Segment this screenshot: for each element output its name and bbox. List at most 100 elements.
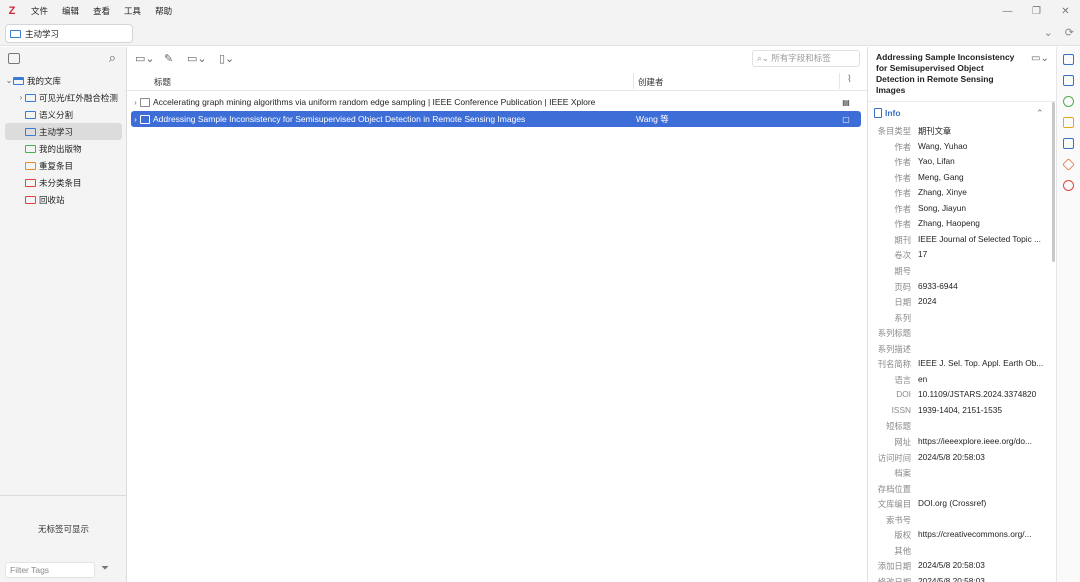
library-icon — [13, 76, 24, 85]
field-label: 档案 — [894, 468, 911, 479]
publications-icon — [25, 144, 36, 153]
notes-nav-icon[interactable] — [1063, 117, 1074, 128]
sidebar-item-duplicates[interactable]: 重复条目 — [0, 157, 127, 174]
field-value[interactable]: en — [918, 374, 1048, 384]
new-note-icon[interactable]: ▯⌄ — [219, 52, 234, 65]
sidebar-item-segmentation[interactable]: 语义分割 — [0, 106, 127, 123]
field-label: 添加日期 — [877, 561, 911, 572]
field-value[interactable]: Zhang, Haopeng — [918, 218, 1048, 228]
field-value[interactable]: 17 — [918, 249, 1048, 259]
minimize-icon[interactable]: — — [993, 0, 1022, 22]
sidebar-item-trash[interactable]: 回收站 — [0, 191, 127, 208]
field-value[interactable]: Meng, Gang — [918, 172, 1048, 182]
restore-icon[interactable]: ❐ — [1022, 0, 1051, 22]
related-nav-icon[interactable] — [1063, 180, 1074, 191]
table-row[interactable]: › Accelerating graph mining algorithms v… — [131, 94, 861, 110]
field-value[interactable]: Yao, Lifan — [918, 156, 1048, 166]
sidebar-item-label: 重复条目 — [39, 160, 74, 171]
info-field-row: 卷次 17 — [868, 249, 1056, 264]
field-label: 系列标题 — [877, 328, 911, 339]
locate-menu-icon[interactable]: ▭⌄ — [1031, 53, 1049, 64]
field-value[interactable]: Wang, Yuhao — [918, 141, 1048, 151]
new-collection-icon[interactable] — [8, 53, 20, 64]
duplicates-icon — [25, 161, 36, 170]
field-value[interactable]: 2024 — [918, 296, 1048, 306]
info-field-row: 系列标题 — [868, 327, 1056, 342]
chevron-down-icon[interactable]: ⌄ — [1044, 26, 1053, 39]
field-value[interactable]: Zhang, Xinye — [918, 187, 1048, 197]
table-row[interactable]: › Addressing Sample Inconsistency for Se… — [131, 111, 861, 127]
sidebar-item-unfiled[interactable]: 未分类条目 — [0, 174, 127, 191]
field-label: 期刊 — [894, 234, 911, 245]
magic-wand-icon[interactable]: ✎ — [164, 52, 173, 65]
sidebar-item-my-library[interactable]: ⌄ 我的文库 — [0, 72, 127, 89]
field-label: 作者 — [894, 188, 911, 199]
field-value[interactable]: 1939-1404, 2151-1535 — [918, 405, 1048, 415]
info-field-row: 期刊 IEEE Journal of Selected Topic ... — [868, 234, 1056, 249]
items-search-input[interactable]: ⌕⌄ 所有字段和标签 — [752, 50, 860, 67]
field-value[interactable]: Song, Jiayun — [918, 203, 1048, 213]
snapshot-icon[interactable]: ▤ — [836, 98, 856, 107]
field-label: 语言 — [894, 374, 911, 385]
snapshot-icon[interactable]: ▢ — [836, 115, 856, 124]
tab-bar: 主动学习 ⌄ ⟳ — [0, 22, 1080, 46]
chevron-down-icon[interactable]: ⌄ — [5, 76, 13, 85]
info-field-row: 作者 Wang, Yuhao — [868, 141, 1056, 156]
field-value[interactable]: https://creativecommons.org/... — [918, 529, 1048, 539]
field-label: 索书号 — [886, 514, 911, 525]
no-tags-message: 无标签可显示 — [37, 524, 89, 534]
field-value[interactable]: DOI.org (Crossref) — [918, 498, 1048, 508]
new-item-icon[interactable]: ▭⌄ — [135, 52, 155, 65]
menu-edit[interactable]: 编辑 — [55, 5, 86, 17]
chevron-right-icon[interactable]: › — [17, 93, 25, 102]
field-value[interactable]: https://ieeexplore.ieee.org/do... — [918, 436, 1048, 446]
sidebar-item-my-publications[interactable]: 我的出版物 — [0, 140, 127, 157]
menu-help[interactable]: 帮助 — [148, 5, 179, 17]
item-pane-sidenav — [1056, 47, 1080, 582]
unfiled-icon — [25, 178, 36, 187]
menu-view[interactable]: 查看 — [86, 5, 117, 17]
menu-file[interactable]: 文件 — [24, 5, 55, 17]
field-value[interactable]: 2024/5/8 20:58:03 — [918, 576, 1048, 582]
column-title[interactable]: 标题 — [154, 76, 171, 88]
tags-nav-icon[interactable] — [1062, 158, 1075, 171]
field-label: 修改日期 — [877, 576, 911, 582]
attachment-column-icon[interactable]: ⌇ — [847, 74, 852, 85]
filter-icon[interactable]: ⏷ — [101, 563, 109, 574]
field-value[interactable]: 期刊文章 — [918, 125, 1048, 137]
column-creator[interactable]: 创建者 — [638, 76, 664, 88]
info-section-header[interactable]: Info — [874, 108, 901, 118]
abstract-nav-icon[interactable] — [1063, 75, 1074, 86]
search-icon[interactable]: ⌕ — [109, 50, 116, 66]
field-value[interactable]: 2024/5/8 20:58:03 — [918, 452, 1048, 462]
info-nav-icon[interactable] — [1063, 54, 1074, 65]
field-value[interactable]: IEEE Journal of Selected Topic ... — [918, 234, 1048, 244]
field-value[interactable]: 10.1109/JSTARS.2024.3374820 — [918, 389, 1048, 399]
close-icon[interactable]: ✕ — [1051, 0, 1080, 22]
folder-icon — [25, 110, 36, 119]
scrollbar[interactable] — [1052, 102, 1055, 262]
field-value[interactable]: IEEE J. Sel. Top. Appl. Earth Ob... — [918, 358, 1048, 368]
field-label: 网址 — [894, 437, 911, 447]
chevron-right-icon[interactable]: › — [131, 98, 140, 107]
attachments-nav-icon[interactable] — [1063, 96, 1074, 107]
info-field-row: 档案 — [868, 467, 1056, 482]
filter-tags-input[interactable]: Filter Tags — [5, 562, 95, 578]
info-field-row: 页码 6933-6944 — [868, 281, 1056, 296]
chevron-right-icon[interactable]: › — [131, 115, 140, 124]
sidebar-item-active-learning[interactable]: 主动学习 — [5, 123, 122, 140]
field-label: 文库编目 — [877, 499, 911, 510]
libraries-collections-nav-icon[interactable] — [1063, 138, 1074, 149]
folder-icon — [10, 29, 21, 38]
info-field-row: 网址 https://ieeexplore.ieee.org/do... — [868, 436, 1056, 451]
add-attachment-icon[interactable]: ▭⌄ — [187, 52, 207, 65]
tab-library[interactable]: 主动学习 — [5, 24, 133, 43]
menu-tools[interactable]: 工具 — [117, 5, 148, 17]
field-value[interactable]: 2024/5/8 20:58:03 — [918, 560, 1048, 570]
item-pane-title: Addressing Sample Inconsistency for Semi… — [876, 52, 1015, 95]
folder-icon — [25, 127, 36, 136]
sync-icon[interactable]: ⟳ — [1065, 26, 1074, 39]
chevron-up-icon[interactable]: ⌃ — [1036, 108, 1044, 119]
field-value[interactable]: 6933-6944 — [918, 281, 1048, 291]
sidebar-item-fusion-detection[interactable]: › 可见光/红外融合检测 — [0, 89, 127, 106]
